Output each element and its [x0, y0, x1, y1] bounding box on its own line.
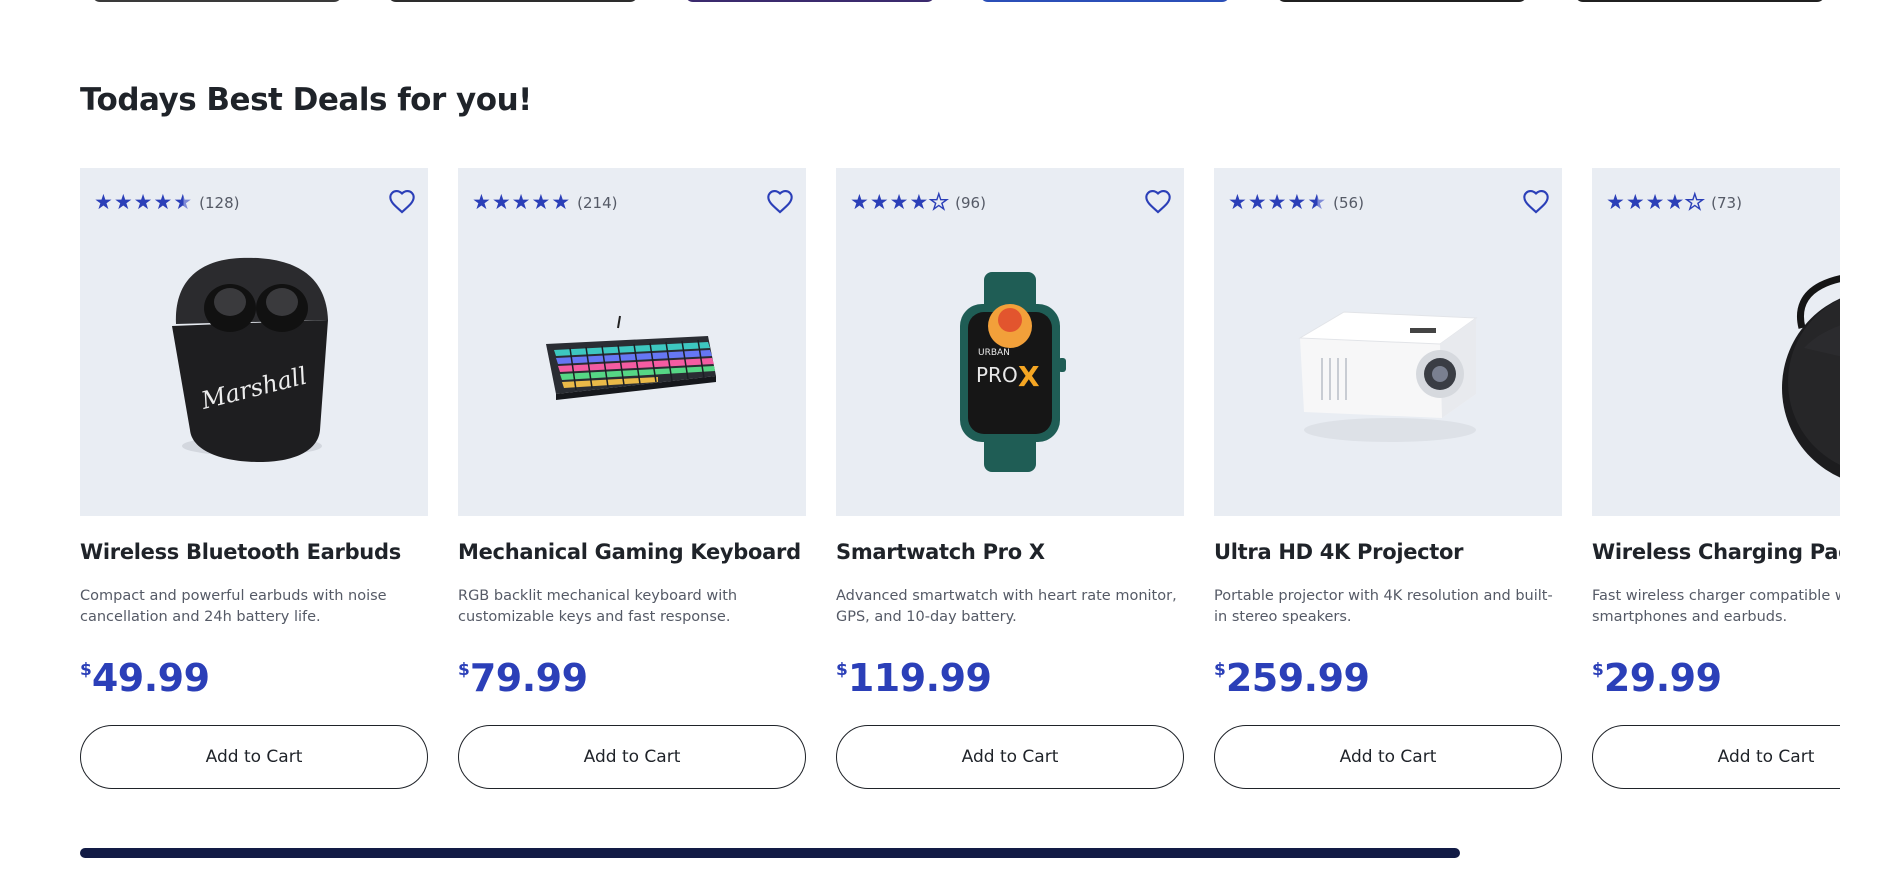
carousel-scrollbar[interactable] — [80, 848, 1460, 858]
product-name[interactable]: Smartwatch Pro X — [836, 540, 1045, 564]
product-name[interactable]: Wireless Charging Pad — [1592, 540, 1840, 564]
product-card[interactable]: ★ ★ ★ ★ ★ (214) Mechanical Gaming Keyboa… — [458, 168, 806, 798]
product-name[interactable]: Mechanical Gaming Keyboard — [458, 540, 801, 564]
earbuds-case-image: Marshall — [172, 257, 328, 462]
product-media[interactable]: ★ ★ ★ ★ ★ (96) URBAN PRO X — [836, 168, 1184, 516]
product-name[interactable]: Wireless Bluetooth Earbuds — [80, 540, 401, 564]
add-to-cart-button[interactable]: Add to Cart — [458, 725, 806, 789]
add-to-cart-button[interactable]: Add to Cart — [1214, 725, 1562, 789]
currency-symbol: $ — [1592, 660, 1604, 680]
add-to-cart-button[interactable]: Add to Cart — [836, 725, 1184, 789]
product-price: $79.99 — [458, 656, 588, 700]
product-price: $119.99 — [836, 656, 992, 700]
product-card[interactable]: ★ ★ ★ ★ ★ (96) URBAN PRO X Smartwatch Pr… — [836, 168, 1184, 798]
keyboard-image — [546, 315, 716, 400]
smartwatch-image: URBAN PRO X — [960, 272, 1066, 472]
product-price: $49.99 — [80, 656, 210, 700]
currency-symbol: $ — [836, 660, 848, 680]
add-to-cart-button[interactable]: Add to Cart — [80, 725, 428, 789]
product-carousel[interactable]: ★ ★ ★ ★ ★ (128) Marshall Wireless Bluetooth … — [80, 168, 1840, 798]
previous-section-edge — [0, 0, 1900, 4]
watch-brand-text: URBAN — [978, 348, 1010, 358]
currency-symbol: $ — [80, 660, 92, 680]
product-media[interactable]: ★ ★ ★ ★ ★ (73) — [1592, 168, 1840, 516]
product-price: $259.99 — [1214, 656, 1370, 700]
currency-symbol: $ — [1214, 660, 1226, 680]
product-description: RGB backlit mechanical keyboard with cus… — [458, 588, 738, 625]
watch-model-text: PRO — [976, 363, 1018, 387]
product-description: Advanced smartwatch with heart rate moni… — [836, 588, 1177, 625]
product-description: Compact and powerful earbuds with noise … — [80, 588, 387, 625]
product-media[interactable]: ★ ★ ★ ★ ★ (128) Marshall — [80, 168, 428, 516]
product-description: Fast wireless charger compatible with sm… — [1592, 588, 1840, 625]
section-title: Todays Best Deals for you! — [80, 82, 532, 118]
product-price: $29.99 — [1592, 656, 1722, 700]
currency-symbol: $ — [458, 660, 470, 680]
product-media[interactable]: ★ ★ ★ ★ ★ (56) — [1214, 168, 1562, 516]
projector-image — [1298, 311, 1478, 442]
product-card[interactable]: ★ ★ ★ ★ ★ (56) Ultra HD 4K Projector Por… — [1214, 168, 1562, 798]
product-name[interactable]: Ultra HD 4K Projector — [1214, 540, 1464, 564]
price-amount: 259.99 — [1225, 656, 1370, 700]
price-amount: 29.99 — [1603, 656, 1722, 700]
product-media[interactable]: ★ ★ ★ ★ ★ (214) — [458, 168, 806, 516]
price-amount: 49.99 — [91, 656, 210, 700]
product-card[interactable]: ★ ★ ★ ★ ★ (73) Wireless Charging Pad Fast wi… — [1592, 168, 1840, 798]
price-amount: 119.99 — [847, 656, 992, 700]
charging-pad-image — [1782, 275, 1840, 478]
product-card[interactable]: ★ ★ ★ ★ ★ (128) Marshall Wireless Bluetooth … — [80, 168, 428, 798]
add-to-cart-button[interactable]: Add to Cart — [1592, 725, 1840, 789]
price-amount: 79.99 — [469, 656, 588, 700]
watch-model-x-text: X — [1018, 360, 1040, 393]
product-description: Portable projector with 4K resolution an… — [1214, 588, 1553, 625]
